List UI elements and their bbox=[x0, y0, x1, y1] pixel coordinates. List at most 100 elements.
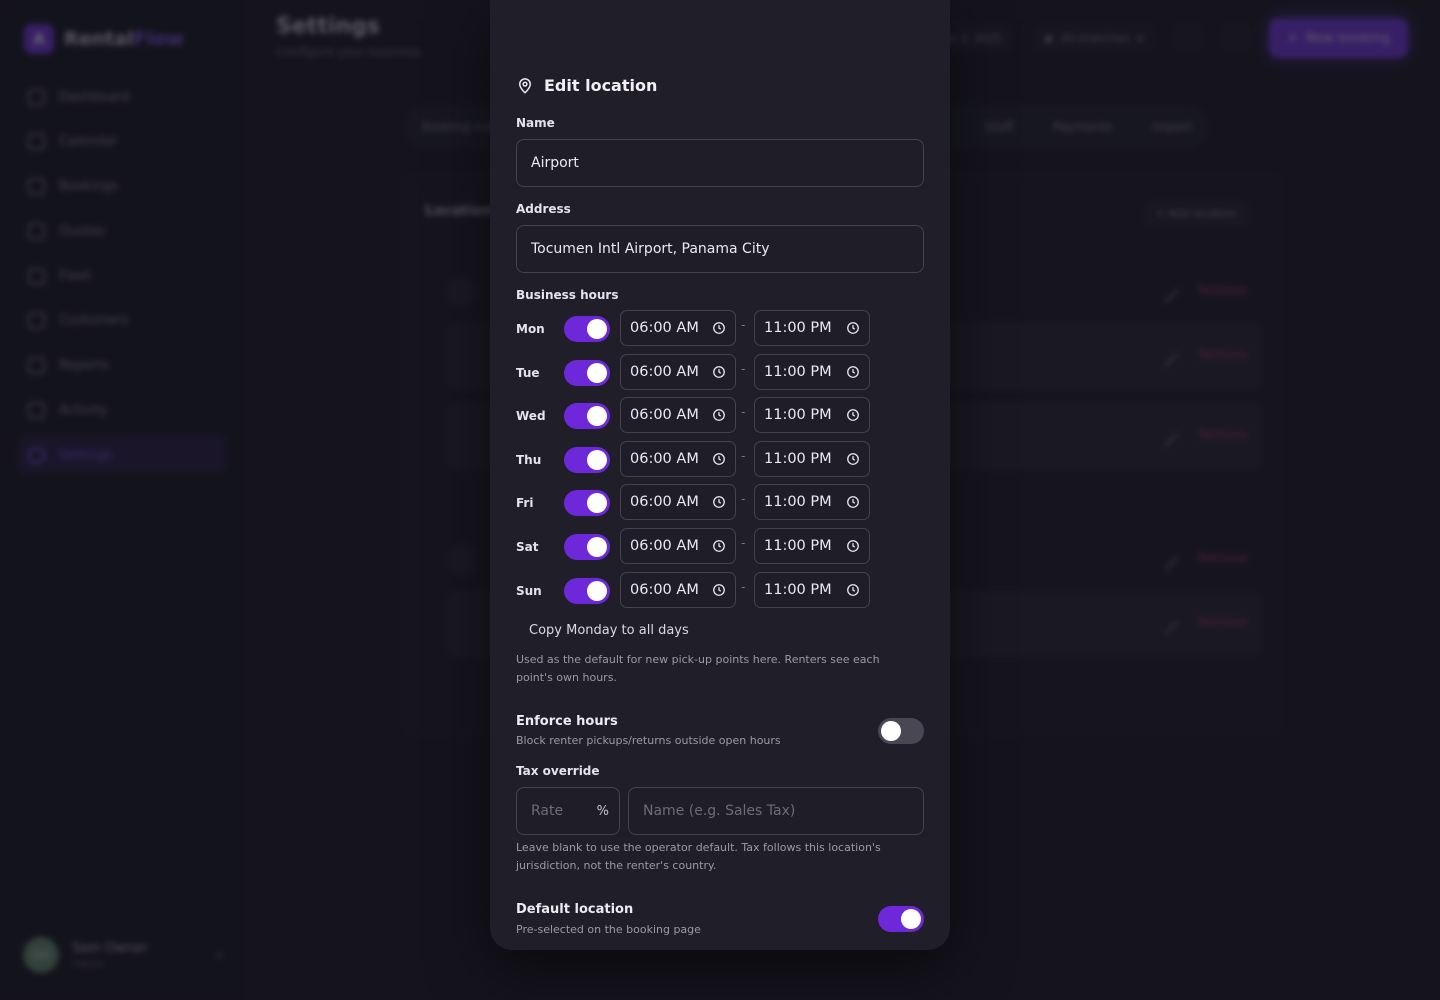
time-separator: - bbox=[741, 535, 746, 550]
business-hours-label: Business hours bbox=[516, 288, 619, 302]
open-time-input[interactable]: 06:00 AM bbox=[620, 440, 736, 477]
clock-icon bbox=[713, 365, 725, 378]
enforce-hours-toggle[interactable] bbox=[878, 718, 924, 744]
close-time-input[interactable]: 11:00 PM bbox=[754, 571, 870, 608]
name-label: Name bbox=[516, 116, 555, 130]
toggle-knob bbox=[587, 580, 607, 601]
pin-icon bbox=[518, 77, 532, 94]
day-enabled-toggle[interactable] bbox=[564, 577, 610, 604]
enforce-hours-title: Enforce hours bbox=[516, 714, 618, 729]
open-time-value: 06:00 AM bbox=[630, 407, 699, 424]
day-label: Mon bbox=[516, 322, 545, 336]
toggle-knob bbox=[587, 362, 607, 383]
hours-row: Mon 06:00 AM - 11:00 PM bbox=[516, 310, 876, 354]
open-time-input[interactable]: 06:00 AM bbox=[620, 571, 736, 608]
open-time-value: 06:00 AM bbox=[630, 494, 699, 511]
clock-icon bbox=[713, 583, 725, 596]
toggle-knob bbox=[881, 721, 901, 741]
day-label: Tue bbox=[516, 365, 540, 380]
clock-icon bbox=[847, 540, 859, 552]
close-time-input[interactable]: 11:00 PM bbox=[754, 353, 870, 390]
open-time-value: 06:00 AM bbox=[630, 581, 699, 598]
day-enabled-toggle[interactable] bbox=[564, 446, 610, 473]
open-time-input[interactable]: 06:00 AM bbox=[620, 527, 736, 564]
clock-icon bbox=[847, 322, 859, 334]
close-time-value: 11:00 PM bbox=[764, 537, 832, 554]
day-enabled-toggle[interactable] bbox=[564, 490, 610, 517]
tax-override-label: Tax override bbox=[516, 764, 600, 778]
default-location-description: Pre-selected on the booking page bbox=[516, 923, 701, 936]
time-separator: - bbox=[741, 405, 746, 420]
hours-row: Tue 06:00 AM - 11:00 PM bbox=[516, 353, 876, 398]
day-enabled-toggle[interactable] bbox=[564, 403, 610, 430]
clock-icon bbox=[713, 496, 725, 509]
percent-suffix: % bbox=[596, 803, 609, 819]
toggle-knob bbox=[901, 909, 921, 929]
tax-rate-field: % bbox=[516, 787, 620, 835]
day-enabled-toggle[interactable] bbox=[564, 533, 610, 560]
hours-row: Thu 06:00 AM - 11:00 PM bbox=[516, 440, 876, 485]
time-separator: - bbox=[741, 318, 746, 332]
toggle-knob bbox=[587, 493, 607, 514]
close-time-value: 11:00 PM bbox=[764, 363, 832, 380]
close-time-input[interactable]: 11:00 PM bbox=[754, 527, 870, 564]
open-time-value: 06:00 AM bbox=[630, 363, 699, 380]
clock-icon bbox=[847, 583, 859, 596]
day-label: Sat bbox=[516, 539, 539, 554]
close-time-value: 11:00 PM bbox=[764, 407, 832, 424]
day-enabled-toggle[interactable] bbox=[564, 316, 610, 342]
close-time-input[interactable]: 11:00 PM bbox=[754, 310, 870, 346]
business-hours-help: Used as the default for new pick-up poin… bbox=[516, 653, 880, 684]
address-label: Address bbox=[516, 202, 571, 216]
default-location-toggle[interactable] bbox=[878, 906, 924, 932]
tax-override-help: Leave blank to use the operator default.… bbox=[516, 841, 881, 872]
clock-icon bbox=[713, 452, 725, 465]
clock-icon bbox=[847, 365, 859, 378]
hours-row: Wed 06:00 AM - 11:00 PM bbox=[516, 397, 876, 441]
day-label: Wed bbox=[516, 409, 546, 424]
clock-icon bbox=[847, 409, 859, 422]
toggle-knob bbox=[587, 319, 607, 339]
clock-icon bbox=[713, 540, 725, 552]
clock-icon bbox=[847, 452, 859, 465]
open-time-value: 06:00 AM bbox=[630, 450, 699, 467]
day-label: Thu bbox=[516, 452, 542, 467]
edit-location-modal: Edit location Name Address Business hour… bbox=[490, 0, 950, 950]
toggle-knob bbox=[587, 449, 607, 470]
time-separator: - bbox=[741, 361, 746, 376]
toggle-knob bbox=[587, 536, 607, 557]
close-time-input[interactable]: 11:00 PM bbox=[754, 440, 870, 477]
close-time-value: 11:00 PM bbox=[764, 450, 832, 467]
modal-title: Edit location bbox=[544, 76, 658, 95]
time-separator: - bbox=[741, 579, 746, 594]
open-time-input[interactable]: 06:00 AM bbox=[620, 484, 736, 521]
tax-name-input[interactable] bbox=[628, 787, 924, 835]
open-time-value: 06:00 AM bbox=[630, 537, 699, 554]
close-time-input[interactable]: 11:00 PM bbox=[754, 484, 870, 521]
open-time-input[interactable]: 06:00 AM bbox=[620, 353, 736, 390]
default-location-title: Default location bbox=[516, 902, 634, 917]
address-input[interactable] bbox=[516, 225, 924, 273]
enforce-hours-description: Block renter pickups/returns outside ope… bbox=[516, 734, 781, 747]
close-time-value: 11:00 PM bbox=[764, 581, 832, 598]
clock-icon bbox=[847, 496, 859, 509]
tax-rate-input[interactable] bbox=[531, 803, 591, 819]
time-separator: - bbox=[741, 448, 746, 463]
copy-monday-button[interactable]: Copy Monday to all days bbox=[529, 623, 689, 638]
close-time-value: 11:00 PM bbox=[764, 494, 832, 511]
close-time-value: 11:00 PM bbox=[764, 320, 832, 336]
name-input[interactable] bbox=[516, 139, 924, 187]
open-time-value: 06:00 AM bbox=[630, 320, 699, 336]
modal-header: Edit location bbox=[516, 76, 657, 95]
day-label: Fri bbox=[516, 496, 534, 511]
toggle-knob bbox=[587, 406, 607, 427]
time-separator: - bbox=[741, 492, 746, 507]
close-time-input[interactable]: 11:00 PM bbox=[754, 397, 870, 434]
hours-row: Sun 06:00 AM - 11:00 PM bbox=[516, 571, 876, 616]
day-label: Sun bbox=[516, 583, 542, 598]
day-enabled-toggle[interactable] bbox=[564, 359, 610, 386]
open-time-input[interactable]: 06:00 AM bbox=[620, 397, 736, 434]
open-time-input[interactable]: 06:00 AM bbox=[620, 310, 736, 346]
hours-row: Sat 06:00 AM - 11:00 PM bbox=[516, 527, 876, 572]
clock-icon bbox=[713, 409, 725, 422]
